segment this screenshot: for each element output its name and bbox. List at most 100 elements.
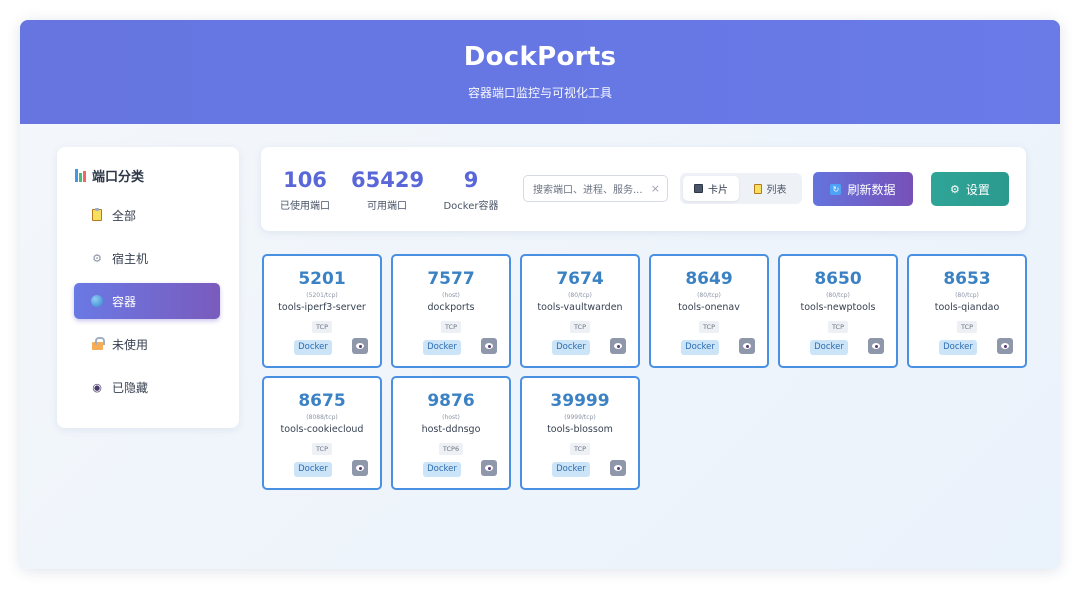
eye-icon — [356, 343, 364, 349]
source-badge: Docker — [681, 340, 719, 355]
hide-port-button[interactable] — [610, 338, 626, 354]
grid-icon — [694, 184, 703, 193]
port-number: 8650 — [814, 269, 862, 289]
port-mapping: (9999/tcp) — [564, 414, 596, 421]
port-number: 7577 — [427, 269, 475, 289]
sidebar-item-label: 宿主机 — [112, 251, 149, 266]
list-view-label: 列表 — [766, 185, 787, 196]
source-badge: Docker — [810, 340, 848, 355]
protocol-badge: TCP — [827, 321, 849, 333]
bar-chart-icon — [75, 169, 86, 182]
stat-available-ports: 65429 可用端口 — [351, 168, 424, 212]
stat-value: 9 — [463, 168, 479, 192]
port-number: 7674 — [556, 269, 604, 289]
stat-docker-containers: 9 Docker容器 — [439, 168, 503, 212]
sidebar-item-label: 容器 — [112, 294, 137, 309]
card-view-label: 卡片 — [708, 185, 728, 196]
source-badge: Docker — [423, 462, 461, 477]
port-card[interactable]: 39999 (9999/tcp) tools-blossom TCP Docke… — [520, 376, 640, 490]
stat-used-ports: 106 已使用端口 — [277, 168, 333, 212]
protocol-badge: TCP — [956, 321, 978, 333]
sidebar-item-host[interactable]: ⚙ 宿主机 — [74, 240, 220, 276]
port-card[interactable]: 8675 (8088/tcp) tools-cookiecloud TCP Do… — [262, 376, 382, 490]
protocol-badge: TCP — [311, 321, 333, 333]
eye-icon — [485, 343, 493, 349]
clear-icon[interactable]: × — [651, 182, 660, 195]
port-card[interactable]: 8649 (80/tcp) tools-onenav TCP Docker — [649, 254, 769, 368]
stat-label: 已使用端口 — [280, 201, 330, 212]
port-mapping: (5201/tcp) — [306, 292, 338, 299]
sidebar-title-label: 端口分类 — [92, 170, 145, 185]
port-number: 9876 — [427, 391, 475, 411]
source-badge: Docker — [294, 340, 332, 355]
sidebar-item-label: 未使用 — [112, 337, 149, 352]
hide-port-button[interactable] — [352, 338, 368, 354]
sidebar-item-label: 全部 — [112, 208, 137, 223]
hide-port-button[interactable] — [739, 338, 755, 354]
hide-port-button[interactable] — [610, 460, 626, 476]
port-number: 8675 — [298, 391, 346, 411]
gear-icon: ⚙ — [92, 251, 102, 265]
sidebar-item-all[interactable]: 全部 — [74, 197, 220, 233]
refresh-label: 刷新数据 — [847, 182, 896, 197]
protocol-badge: TCP — [569, 321, 591, 333]
refresh-button[interactable]: ↻ 刷新数据 — [813, 172, 913, 206]
list-view-button[interactable]: 列表 — [742, 176, 798, 201]
port-card[interactable]: 8650 (80/tcp) tools-newptools TCP Docker — [778, 254, 898, 368]
protocol-badge: TCP — [311, 443, 333, 455]
port-number: 8653 — [943, 269, 991, 289]
port-mapping: (80/tcp) — [826, 292, 850, 299]
unlock-icon — [90, 337, 105, 350]
hide-port-button[interactable] — [481, 460, 497, 476]
port-card[interactable]: 8653 (80/tcp) tools-qiandao TCP Docker — [907, 254, 1027, 368]
service-name: tools-blossom — [547, 424, 613, 435]
settings-button[interactable]: ⚙ 设置 — [931, 172, 1009, 206]
hide-port-button[interactable] — [997, 338, 1013, 354]
clipboard-icon — [90, 208, 104, 221]
category-sidebar: 端口分类 全部 ⚙ 宿主机 容器 未使用 ◉ 已隐藏 — [57, 147, 239, 428]
sidebar-item-hidden[interactable]: ◉ 已隐藏 — [74, 369, 220, 405]
protocol-badge: TCP — [440, 321, 462, 333]
port-number: 5201 — [298, 269, 346, 289]
eye-icon — [743, 343, 751, 349]
app-subtitle: 容器端口监控与可视化工具 — [467, 86, 612, 100]
port-mapping: (80/tcp) — [568, 292, 592, 299]
eye-icon — [872, 343, 880, 349]
app-window: DockPorts 容器端口监控与可视化工具 端口分类 全部 ⚙ 宿主机 容器 … — [20, 20, 1060, 569]
service-name: tools-iperf3-server — [278, 302, 366, 313]
eye-icon: ◉ — [92, 380, 102, 394]
eye-icon — [356, 465, 364, 471]
source-badge: Docker — [552, 462, 590, 477]
port-card[interactable]: 7577 (host) dockports TCP Docker — [391, 254, 511, 368]
search-input[interactable]: 搜索端口、进程、服务... × — [523, 175, 668, 202]
app-header: DockPorts 容器端口监控与可视化工具 — [20, 20, 1060, 124]
eye-icon — [614, 465, 622, 471]
port-number: 8649 — [685, 269, 733, 289]
hide-port-button[interactable] — [868, 338, 884, 354]
service-name: tools-qiandao — [934, 302, 1000, 313]
port-mapping: (80/tcp) — [697, 292, 721, 299]
eye-icon — [614, 343, 622, 349]
service-name: host-ddnsgo — [421, 424, 481, 435]
source-badge: Docker — [939, 340, 977, 355]
service-name: tools-newptools — [800, 302, 876, 313]
refresh-icon: ↻ — [830, 183, 842, 195]
stat-label: 可用端口 — [367, 201, 407, 212]
source-badge: Docker — [423, 340, 461, 355]
card-view-button[interactable]: 卡片 — [683, 176, 739, 201]
stat-value: 106 — [283, 168, 327, 192]
port-card[interactable]: 9876 (host) host-ddnsgo TCP6 Docker — [391, 376, 511, 490]
sidebar-item-unused[interactable]: 未使用 — [74, 326, 220, 362]
port-mapping: (host) — [442, 414, 460, 421]
port-mapping: (80/tcp) — [955, 292, 979, 299]
hide-port-button[interactable] — [352, 460, 368, 476]
port-card[interactable]: 7674 (80/tcp) tools-vaultwarden TCP Dock… — [520, 254, 640, 368]
source-badge: Docker — [552, 340, 590, 355]
sidebar-item-container[interactable]: 容器 — [74, 283, 220, 319]
stats-toolbar: 106 已使用端口 65429 可用端口 9 Docker容器 搜索端口、进程、… — [261, 147, 1026, 231]
hide-port-button[interactable] — [481, 338, 497, 354]
port-card[interactable]: 5201 (5201/tcp) tools-iperf3-server TCP … — [262, 254, 382, 368]
port-mapping: (host) — [442, 292, 460, 299]
eye-icon — [1001, 343, 1009, 349]
service-name: tools-onenav — [678, 302, 740, 313]
